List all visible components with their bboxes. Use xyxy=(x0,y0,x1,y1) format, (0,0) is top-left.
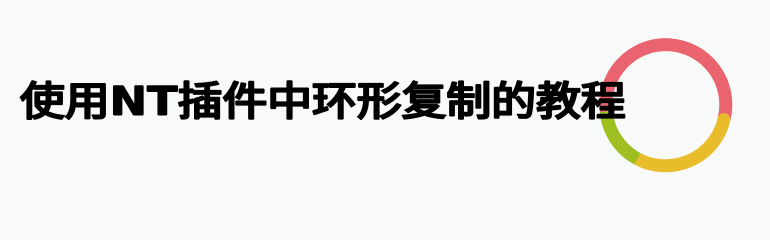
ring-yellow-segment xyxy=(630,113,731,173)
banner-title: 使用NT插件中环形复制的教程 xyxy=(20,79,626,125)
